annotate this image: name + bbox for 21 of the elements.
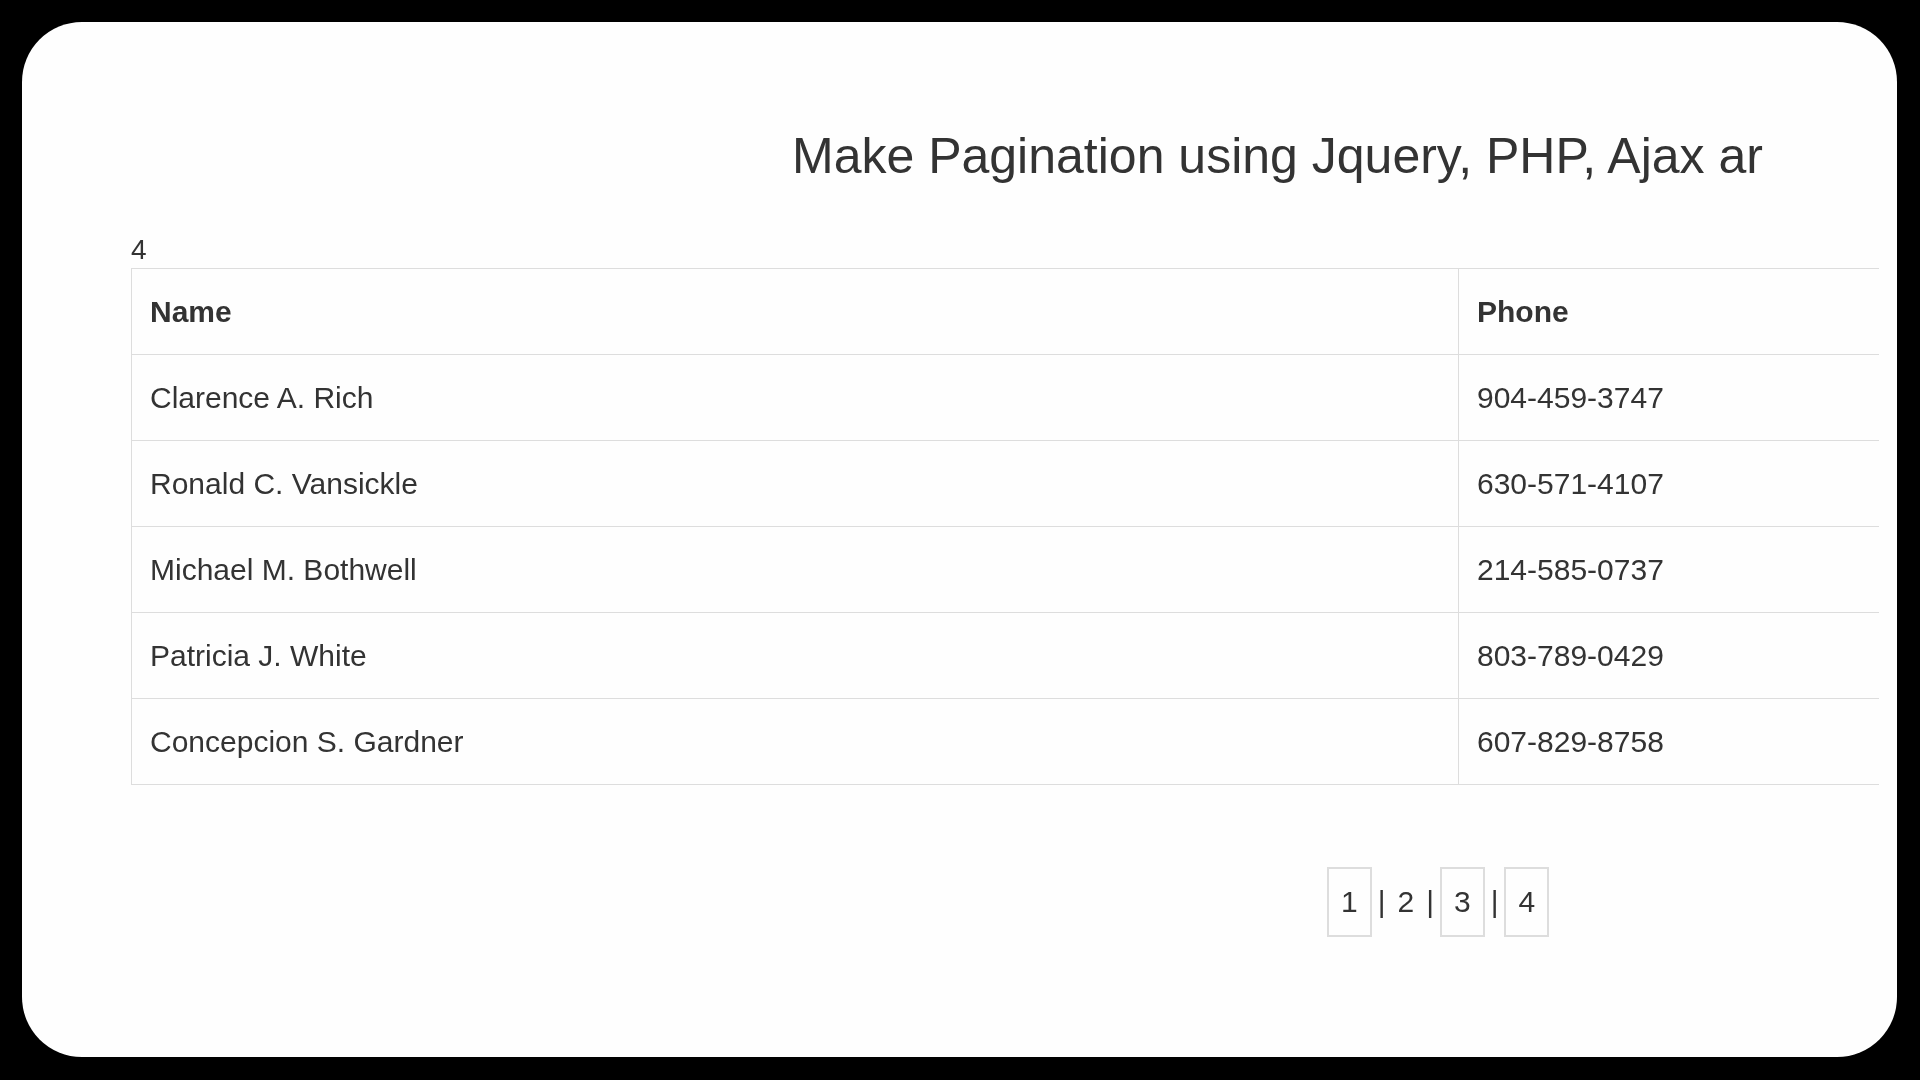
table-cell: 630-571-4107: [1458, 440, 1879, 527]
table-cell: Ronald C. Vansickle: [131, 440, 1459, 527]
table-cell: 904-459-3747: [1458, 354, 1879, 441]
table-cell: Michael M. Bothwell: [131, 526, 1459, 613]
table-cell: Patricia J. White: [131, 612, 1459, 699]
table-cell: 607-829-8758: [1458, 698, 1879, 785]
page-link[interactable]: 2: [1391, 867, 1421, 937]
page-separator: |: [1489, 885, 1500, 919]
page-link[interactable]: 1: [1327, 867, 1372, 937]
page-link[interactable]: 3: [1439, 867, 1485, 937]
page-count: 4: [131, 233, 148, 267]
page-separator: |: [1376, 885, 1387, 919]
column-header: Name: [131, 268, 1459, 355]
table-cell: Concepcion S. Gardner: [131, 698, 1459, 785]
page-separator: |: [1425, 885, 1435, 919]
table-cell: 214-585-0737: [1458, 526, 1879, 613]
page-link[interactable]: 4: [1504, 867, 1550, 937]
page-title: Make Pagination using Jquery, PHP, Ajax ar: [791, 127, 1764, 186]
table-cell: 803-789-0429: [1458, 612, 1879, 699]
column-header: Phone: [1458, 268, 1879, 355]
table-cell: Clarence A. Rich: [131, 354, 1459, 441]
